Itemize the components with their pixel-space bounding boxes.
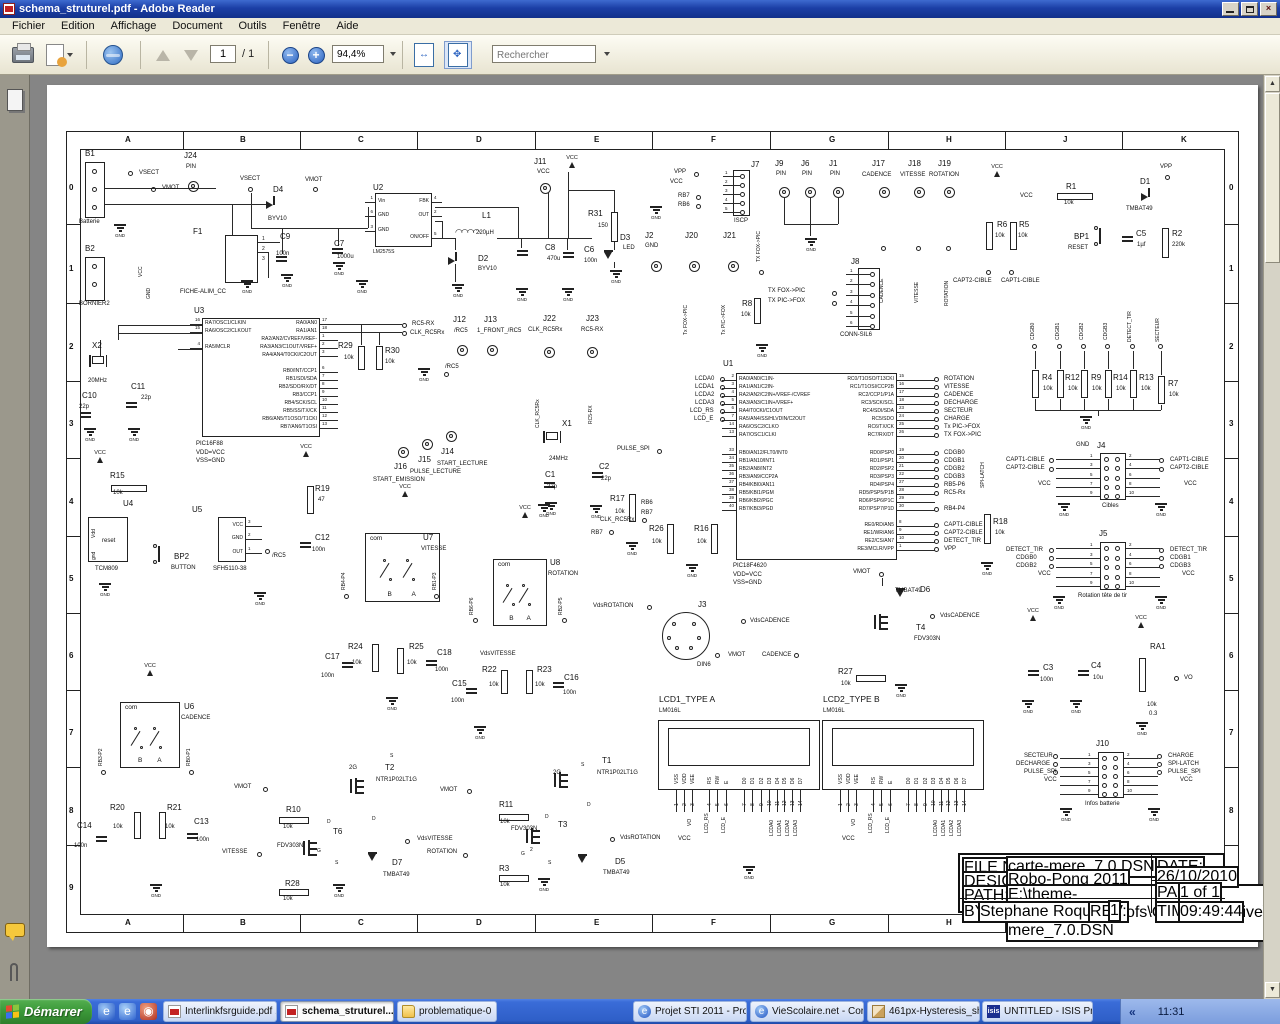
zoom-level-value[interactable]: 94,4% [332,45,384,63]
start-label: Démarrer [24,1004,82,1019]
search-dropdown-caret-icon[interactable] [604,52,610,56]
globe-icon [103,45,123,65]
fit-page-icon [448,43,468,67]
share-icon [45,44,67,67]
desktop: schema_struturel.pdf - Adobe Reader × Fi… [0,0,1280,1024]
scroll-up-icon[interactable]: ▲ [1265,76,1280,92]
menu-fichier[interactable]: Fichier [4,19,53,33]
windows-logo-icon [6,1003,20,1019]
quicklaunch-ie-icon[interactable]: e [98,1003,115,1020]
task-button-projet-sti[interactable]: e Projet STI 2011 - Pro... [633,1001,747,1022]
attachments-panel-icon[interactable] [10,963,18,981]
zoom-in-icon: + [307,46,325,64]
toolbar: / 1 − + 94,4% [0,35,1280,75]
upload-web-button[interactable] [98,41,128,69]
print-button[interactable] [8,41,38,69]
page-total: / 1 [242,48,255,60]
menu-fenetre[interactable]: Fenêtre [275,19,329,33]
task-button-viescolaire[interactable]: eVieScolaire.net - Corr... [750,1001,864,1022]
pages-panel-icon[interactable] [7,89,23,111]
zoom-dropdown-caret-icon[interactable] [390,52,396,56]
page-up-icon [156,49,170,61]
zoom-out-icon: − [281,46,299,64]
task-button-problematique[interactable]: problematique-0 [397,1001,497,1022]
title-bar: schema_struturel.pdf - Adobe Reader × [0,0,1280,18]
menu-edition[interactable]: Edition [53,19,103,33]
email-share-button[interactable] [42,41,76,69]
search-input[interactable] [492,45,596,63]
page-down-icon [184,49,198,61]
zoom-out-button[interactable]: − [278,41,302,69]
menu-document[interactable]: Document [164,19,230,33]
comments-panel-icon[interactable] [5,923,25,941]
task-button-hysteresis[interactable]: 461px-Hysteresis_sh... [867,1001,980,1022]
start-button[interactable]: Démarrer [0,999,92,1024]
document-area: AABBCCDDEEFFGGHHJJKK00112233445566778899… [0,75,1280,999]
fit-width-button[interactable] [410,41,438,69]
tray-chevron-icon[interactable]: « [1129,1005,1136,1019]
pdf-app-icon [3,3,15,15]
quicklaunch-app-icon[interactable]: ◉ [140,1003,157,1020]
fit-page-button[interactable] [444,41,472,69]
task-button-isis[interactable]: isisUNTITLED - ISIS Prof... [982,1001,1093,1022]
navigation-panel-strip [0,75,30,999]
window-title: schema_struturel.pdf - Adobe Reader [19,3,215,15]
zoom-in-button[interactable]: + [304,41,328,69]
menu-affichage[interactable]: Affichage [103,19,165,33]
previous-page-button[interactable] [150,41,176,69]
printer-icon [12,43,34,63]
pdf-page[interactable] [47,85,1258,947]
restore-button[interactable] [1241,2,1258,16]
scrollbar-thumb[interactable] [1265,93,1280,263]
page-number-input[interactable] [210,45,236,63]
close-button[interactable]: × [1260,2,1277,16]
minimize-button[interactable] [1222,2,1239,16]
menu-outils[interactable]: Outils [230,19,274,33]
fit-width-icon [414,43,434,67]
task-button-schema[interactable]: schema_struturel.... [280,1001,394,1022]
taskbar: Démarrer e e ◉ Interlinkfsrguide.pdf ...… [0,999,1280,1024]
menu-aide[interactable]: Aide [329,19,367,33]
system-tray: « 11:31 [1120,999,1280,1024]
menu-bar: Fichier Edition Affichage Document Outil… [0,18,1280,35]
scroll-down-icon[interactable]: ▼ [1265,982,1280,998]
next-page-button[interactable] [178,41,204,69]
clock: 11:31 [1157,1005,1185,1018]
dropdown-caret-icon [66,53,73,57]
quicklaunch-browser-icon[interactable]: e [119,1003,136,1020]
vertical-scrollbar[interactable]: ▲ ▼ [1263,75,1280,999]
task-button-interlink[interactable]: Interlinkfsrguide.pdf ... [163,1001,277,1022]
